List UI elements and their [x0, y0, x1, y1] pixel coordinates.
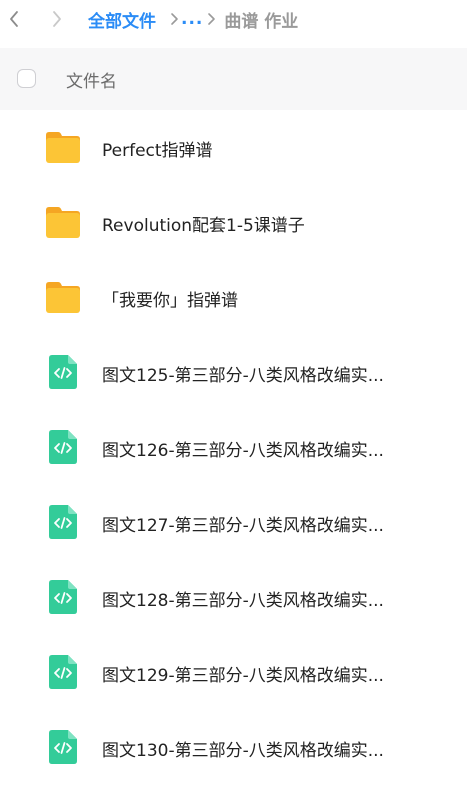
chevron-right-icon: [170, 12, 179, 26]
column-header-filename[interactable]: 文件名: [66, 67, 117, 92]
list-item[interactable]: 图文126-第三部分-八类风格改编实...: [0, 410, 467, 485]
list-item[interactable]: Perfect指弹谱: [0, 110, 467, 185]
folder-icon: [46, 132, 80, 163]
list-item[interactable]: Revolution配套1-5课谱子: [0, 185, 467, 260]
top-navigation-bar: 全部文件 ... 曲谱 作业: [0, 0, 467, 40]
file-name: Perfect指弹谱: [102, 141, 213, 161]
select-all-checkbox[interactable]: [17, 69, 36, 88]
file-list-header: 文件名: [0, 48, 467, 110]
file-list: Perfect指弹谱 Revolution配套1-5课谱子 「我要你」指弹谱 图…: [0, 110, 467, 785]
code-file-icon: [49, 655, 77, 689]
file-name: 图文130-第三部分-八类风格改编实...: [102, 741, 384, 761]
breadcrumb-current: 曲谱 作业: [224, 11, 299, 32]
breadcrumb-root-link[interactable]: 全部文件: [88, 7, 156, 32]
code-file-icon: [49, 430, 77, 464]
breadcrumb-ellipsis-link[interactable]: ...: [181, 9, 203, 29]
file-name: 图文127-第三部分-八类风格改编实...: [102, 516, 384, 536]
file-name: 图文125-第三部分-八类风格改编实...: [102, 366, 384, 386]
list-item[interactable]: 图文130-第三部分-八类风格改编实...: [0, 710, 467, 785]
file-name: Revolution配套1-5课谱子: [102, 216, 305, 236]
chevron-right-icon: [207, 12, 216, 26]
file-name: 图文126-第三部分-八类风格改编实...: [102, 441, 384, 461]
breadcrumb: 全部文件 ... 曲谱 作业: [88, 7, 299, 32]
chevron-left-icon: [10, 11, 18, 27]
forward-button[interactable]: [47, 8, 67, 30]
list-item[interactable]: 图文128-第三部分-八类风格改编实...: [0, 560, 467, 635]
file-name: 「我要你」指弹谱: [102, 291, 238, 311]
chevron-right-icon: [53, 11, 61, 27]
folder-icon: [46, 207, 80, 238]
code-file-icon: [49, 730, 77, 764]
file-name: 图文129-第三部分-八类风格改编实...: [102, 666, 384, 686]
code-file-icon: [49, 505, 77, 539]
back-button[interactable]: [4, 8, 24, 30]
code-file-icon: [49, 355, 77, 389]
list-item[interactable]: 图文129-第三部分-八类风格改编实...: [0, 635, 467, 710]
list-item[interactable]: 「我要你」指弹谱: [0, 260, 467, 335]
file-name: 图文128-第三部分-八类风格改编实...: [102, 591, 384, 611]
code-file-icon: [49, 580, 77, 614]
list-item[interactable]: 图文125-第三部分-八类风格改编实...: [0, 335, 467, 410]
folder-icon: [46, 282, 80, 313]
list-item[interactable]: 图文127-第三部分-八类风格改编实...: [0, 485, 467, 560]
